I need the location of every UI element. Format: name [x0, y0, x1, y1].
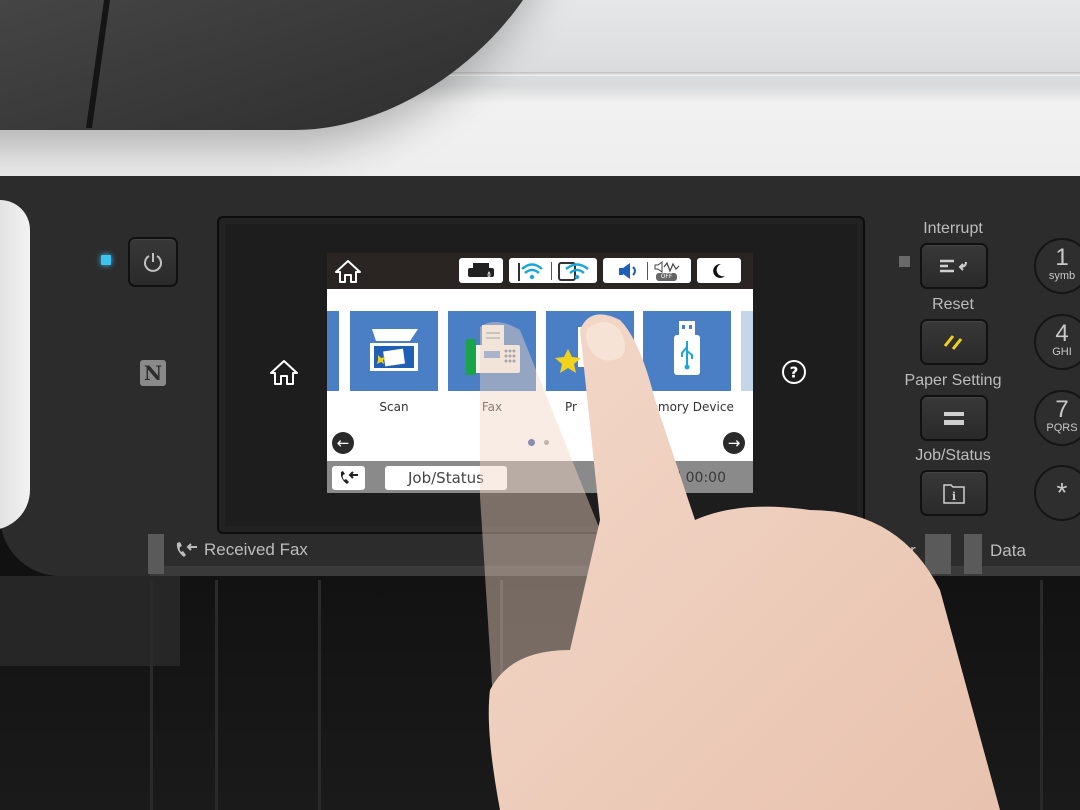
tray-divider: [318, 580, 321, 810]
tile-memory-device-label: Memory Device: [640, 400, 734, 414]
home-icon: [335, 260, 361, 283]
network-status-button[interactable]: [509, 258, 597, 283]
fax-machine-icon: [466, 325, 520, 375]
clock: 7 00:00: [672, 470, 726, 486]
error-label: Error: [878, 541, 916, 560]
received-fax-led: [148, 534, 164, 574]
tile-next-partial[interactable]: [741, 311, 753, 391]
job-status-button[interactable]: Job/Status: [385, 466, 507, 490]
touchscreen: OFF Scan Fax Pr Memory Device ← → Job/St…: [327, 253, 753, 493]
arrow-right-icon: →: [727, 434, 741, 452]
tray-divider: [150, 580, 153, 810]
power-button[interactable]: [128, 237, 178, 287]
job-status-info-icon: i: [943, 484, 965, 504]
separator: [646, 261, 648, 280]
error-led: [925, 534, 951, 574]
page-dot-inactive: [544, 440, 549, 445]
tray-divider: [500, 580, 503, 810]
next-page-button[interactable]: →: [723, 432, 745, 454]
received-fax-icon: [176, 542, 197, 557]
scanner-icon: [370, 329, 418, 371]
paper-setting-button[interactable]: [920, 395, 988, 441]
tile-scan-label: Scan: [379, 400, 409, 414]
svg-text:?: ?: [790, 364, 799, 382]
data-label: Data: [990, 541, 1026, 560]
help-icon: ?: [782, 360, 806, 384]
tray-divider: [215, 580, 218, 810]
usb-drive-icon: [674, 321, 700, 375]
home-icon: [270, 360, 298, 385]
reset-button[interactable]: [920, 319, 988, 365]
svg-text:i: i: [952, 490, 956, 503]
sound-status-button[interactable]: OFF: [603, 258, 691, 283]
quiet-mode-off-icon: [654, 260, 679, 273]
speaker-volume-icon: [618, 262, 636, 279]
wifi-router-icon: [517, 262, 543, 281]
tile-scan[interactable]: [350, 311, 438, 391]
reset-icon: [943, 335, 963, 350]
power-icon: [144, 253, 162, 272]
sleep-button[interactable]: [697, 258, 741, 283]
help-button[interactable]: ?: [780, 358, 808, 386]
tile-memory-device[interactable]: [643, 311, 731, 391]
received-fax-indicator: Received Fax: [174, 540, 308, 560]
sleep-moon-icon: [713, 263, 725, 278]
screen-bottom-bar: Job/Status 7 00:00: [327, 461, 753, 493]
printer-side-body: [0, 200, 30, 530]
wifi-direct-device-icon: [557, 261, 589, 281]
quiet-mode-badge: OFF: [655, 272, 678, 281]
status-bar: OFF: [327, 253, 753, 289]
quiet-mode-toggle: OFF: [652, 260, 682, 281]
page-dot-active: [528, 439, 535, 446]
received-fax-button[interactable]: [332, 466, 365, 490]
tile-presets-label: Pr: [565, 400, 577, 414]
tile-fax-label: Fax: [481, 400, 503, 414]
paper-setting-label: Paper Setting: [904, 372, 1002, 389]
tile-previous-partial[interactable]: [327, 311, 339, 391]
received-fax-icon: [340, 471, 358, 484]
data-led: [964, 534, 982, 574]
nfc-icon: N: [140, 360, 166, 386]
printer-ink-icon: [468, 262, 494, 279]
preset-star-icon: [555, 327, 610, 373]
tray-divider: [1040, 580, 1043, 810]
screen-home-button[interactable]: [333, 258, 363, 284]
power-led: [101, 255, 111, 265]
tile-fax[interactable]: [448, 311, 536, 391]
interrupt-icon: [940, 259, 967, 273]
ink-status-button[interactable]: [459, 258, 503, 283]
output-tray-flap: [0, 576, 180, 666]
tile-presets[interactable]: [546, 311, 634, 391]
arrow-left-icon: ←: [336, 434, 350, 452]
printer-rail: [360, 72, 1080, 76]
separator: [550, 261, 552, 280]
bezel-home-button[interactable]: [268, 358, 300, 386]
interrupt-led: [899, 256, 910, 267]
job-status-label: Job/Status: [915, 447, 991, 464]
received-fax-label: Received Fax: [204, 540, 308, 559]
interrupt-button[interactable]: [920, 243, 988, 289]
interrupt-label: Interrupt: [923, 220, 983, 237]
paper-tray-icon: [944, 412, 964, 425]
job-status-physical-button[interactable]: i: [920, 470, 988, 516]
prev-page-button[interactable]: ←: [332, 432, 354, 454]
reset-label: Reset: [932, 296, 974, 313]
